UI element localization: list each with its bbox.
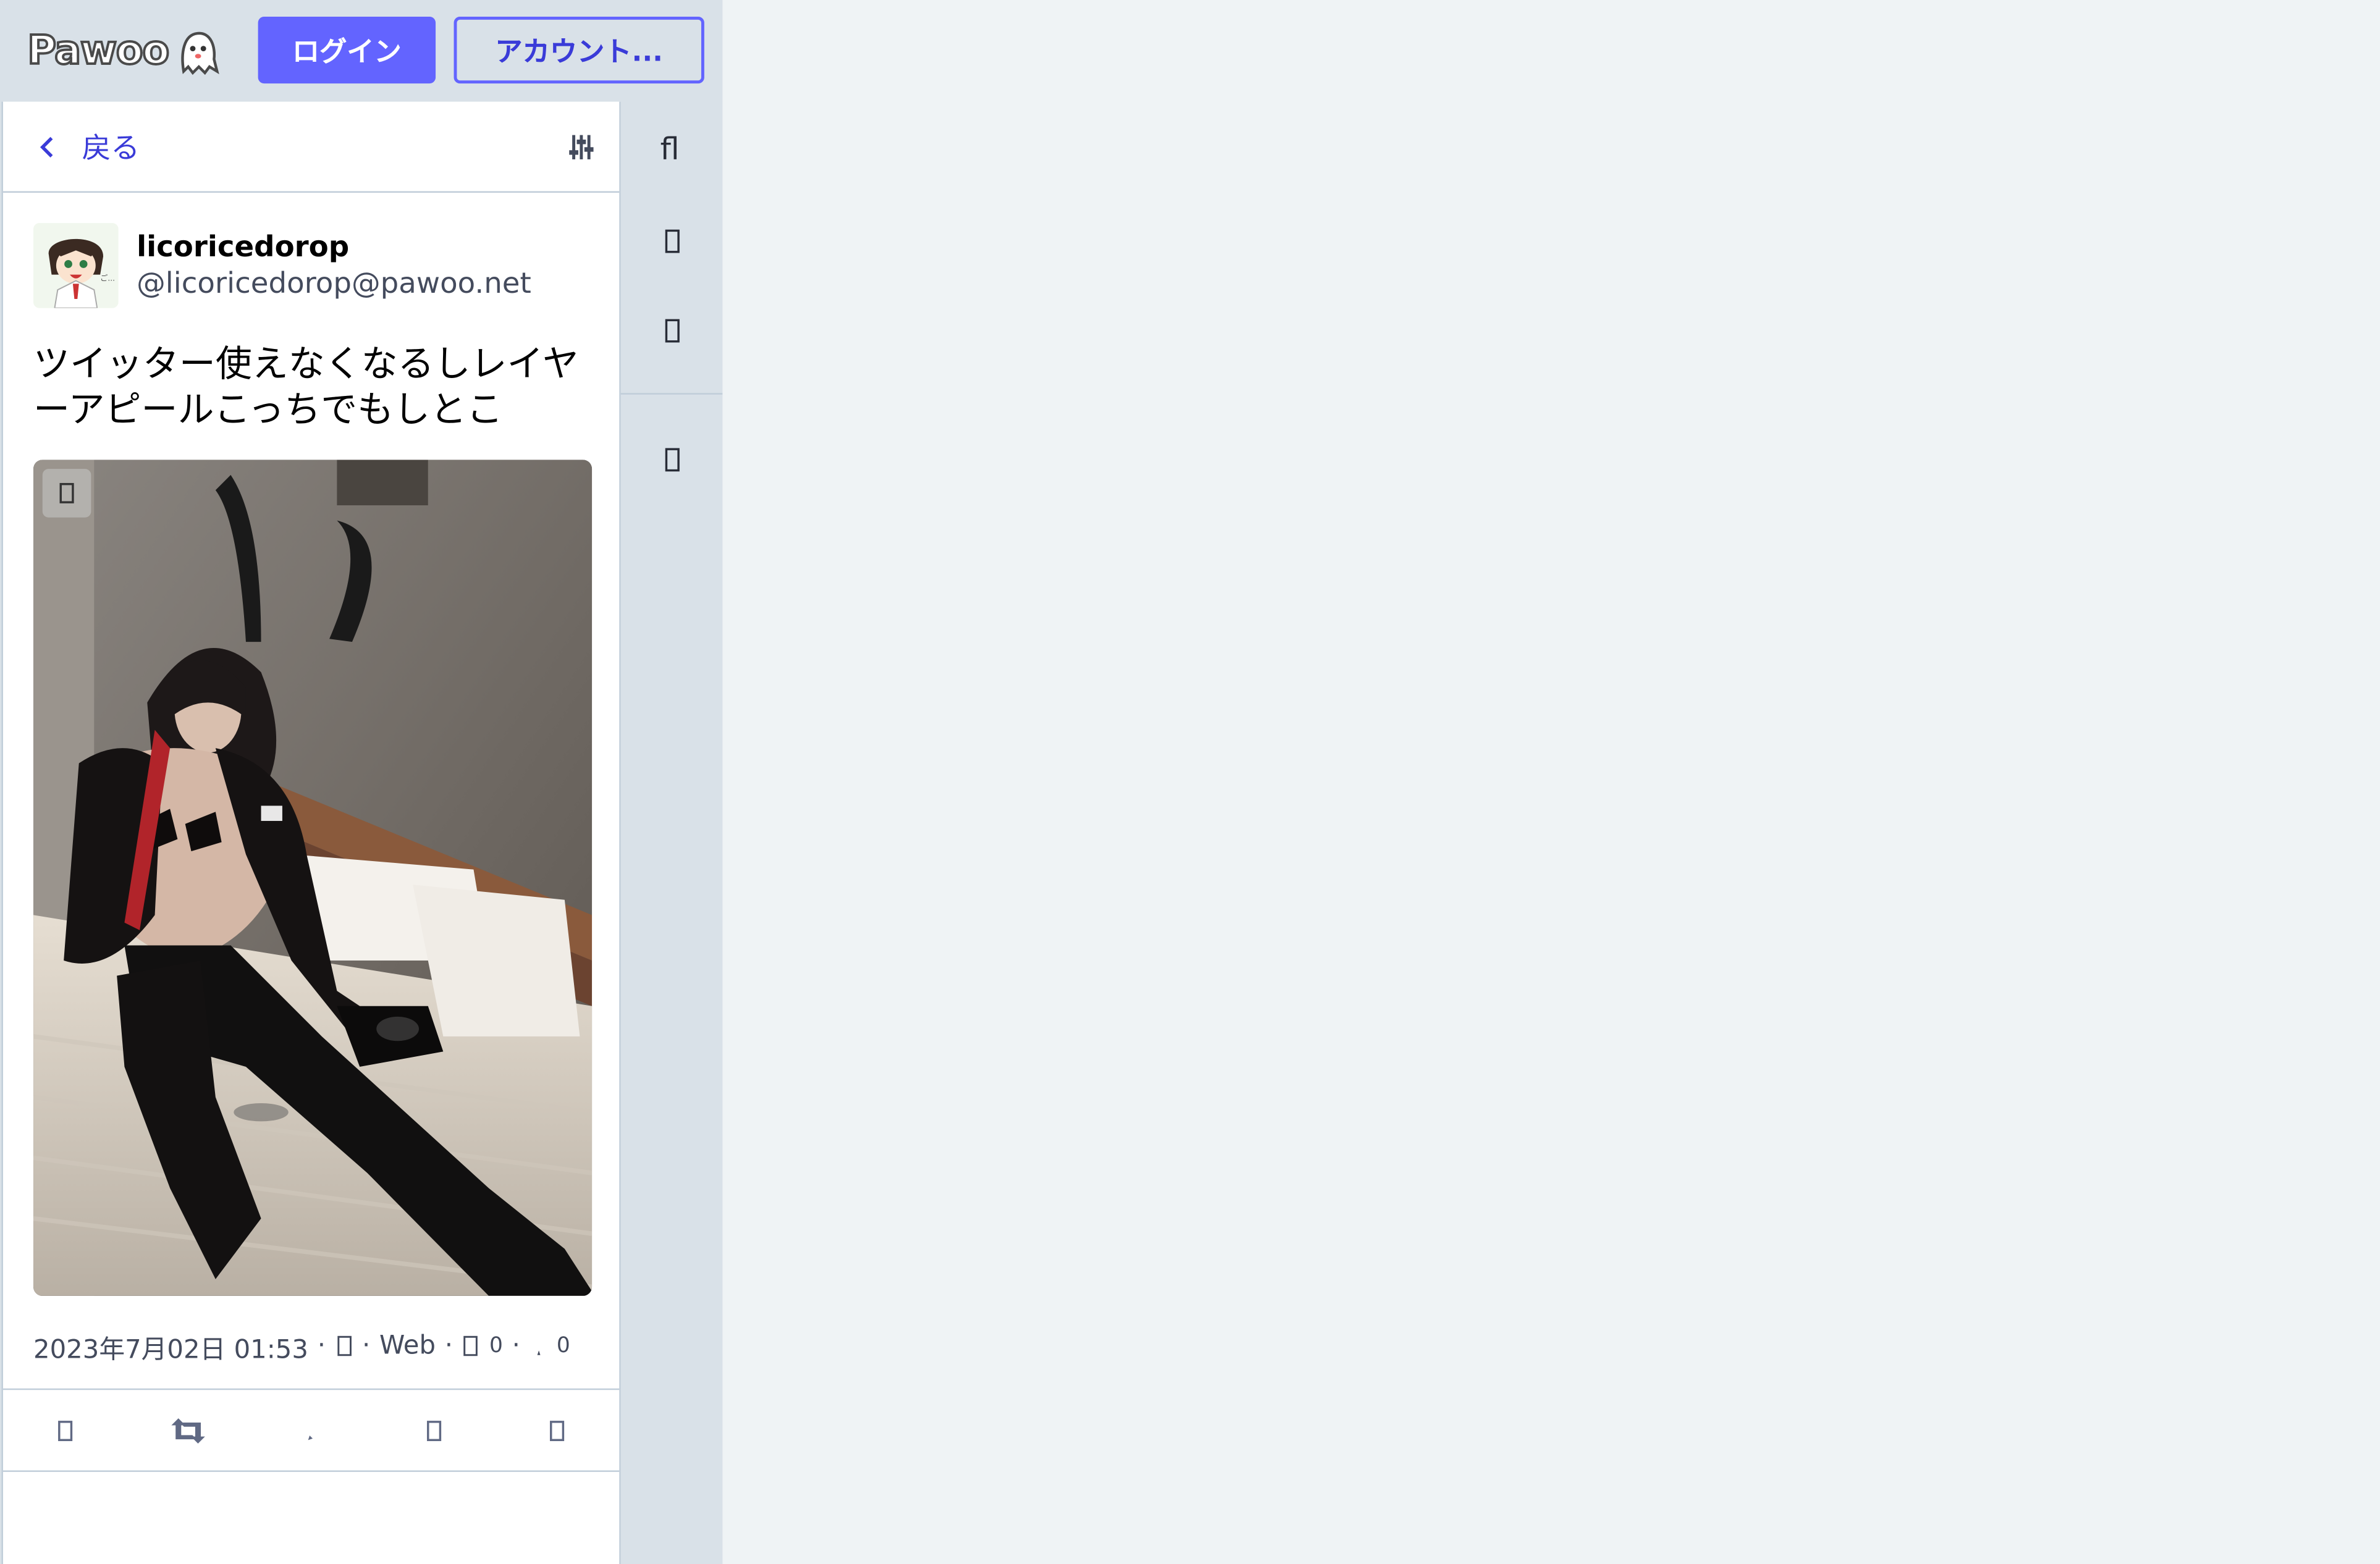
bookmark-icon <box>427 1419 442 1440</box>
fl-icon: ﬂ <box>659 132 678 166</box>
favourite-button[interactable] <box>293 1412 329 1448</box>
eye-slash-icon <box>59 482 74 503</box>
status-meta: 2023年7月02日 01:53 · · Web · 0 · 0 <box>33 1327 589 1365</box>
gear-icon <box>664 448 679 472</box>
column-header: 戻る <box>2 102 620 193</box>
reply-icon <box>57 1419 72 1440</box>
meta-separator: · <box>361 1331 371 1361</box>
meta-separator: · <box>317 1331 326 1361</box>
nav-notifications-link[interactable] <box>621 211 723 271</box>
avatar-image: ご... <box>33 223 119 308</box>
chevron-left-icon <box>40 136 53 157</box>
nav-settings-link[interactable] <box>621 429 723 490</box>
meta-separator: · <box>512 1331 520 1361</box>
ellipsis-icon <box>550 1419 565 1440</box>
retweet-icon <box>171 1417 205 1443</box>
avatar[interactable]: ご... <box>33 223 119 308</box>
login-button[interactable]: ログイン <box>258 17 436 84</box>
logo-text: Pawoo <box>26 28 171 76</box>
app-root: Pawoo ログイン アカウント... 戻る ご... licoricedoro… <box>0 0 2380 1564</box>
back-label: 戻る <box>82 132 140 166</box>
top-header: Pawoo ログイン アカウント... <box>0 0 723 102</box>
hide-media-button[interactable] <box>42 469 91 518</box>
status-timestamp[interactable]: 2023年7月02日 01:53 <box>33 1327 308 1365</box>
nav-divider <box>620 393 723 395</box>
globe-icon <box>664 319 679 343</box>
star-count-icon <box>536 1350 540 1355</box>
create-account-button[interactable]: アカウント... <box>454 17 704 84</box>
more-button[interactable] <box>539 1412 576 1448</box>
favourite-count[interactable]: 0 <box>557 1334 570 1358</box>
svg-text:ﬂ: ﬂ <box>659 132 678 166</box>
status-detail: ご... licoricedorop @licoricedorop@pawoo.… <box>3 193 619 1365</box>
nav-local-link[interactable] <box>621 300 723 361</box>
status-content: ツイッター使えなくなるしレイヤーアピールこっちでもしとこ <box>33 343 579 431</box>
status-column: 戻る ご... licoricedorop @licoricedorop@paw… <box>1 101 621 1564</box>
media-attachment[interactable] <box>33 460 593 1296</box>
sliders-icon[interactable] <box>568 132 595 162</box>
attached-photo <box>33 460 593 1296</box>
nav-explore-link[interactable]: ﬂ <box>621 119 723 179</box>
navigation-rail: ﬂ <box>620 101 723 1564</box>
bookmark-button[interactable] <box>416 1412 452 1448</box>
svg-text:ご...: ご... <box>100 273 115 282</box>
status-account[interactable]: ご... licoricedorop @licoricedorop@pawoo.… <box>33 220 589 311</box>
display-name[interactable]: licoricedorop <box>137 230 531 264</box>
pawoo-logo[interactable]: Pawoo <box>26 21 220 82</box>
retweet-count-icon <box>464 1335 478 1356</box>
reblog-count[interactable]: 0 <box>489 1334 503 1358</box>
reblog-button[interactable] <box>170 1412 206 1448</box>
ghost-mascot-icon <box>181 32 220 75</box>
bell-icon <box>664 229 679 253</box>
account-handle: @licoricedorop@pawoo.net <box>137 267 531 301</box>
reply-button[interactable] <box>46 1412 83 1448</box>
status-application: Web <box>379 1331 436 1361</box>
meta-separator: · <box>444 1331 454 1361</box>
account-names: licoricedorop @licoricedorop@pawoo.net <box>137 230 531 300</box>
star-icon <box>308 1434 313 1440</box>
back-button[interactable]: 戻る <box>33 126 140 167</box>
globe-visibility-icon <box>337 1335 351 1356</box>
status-action-bar <box>2 1388 620 1472</box>
